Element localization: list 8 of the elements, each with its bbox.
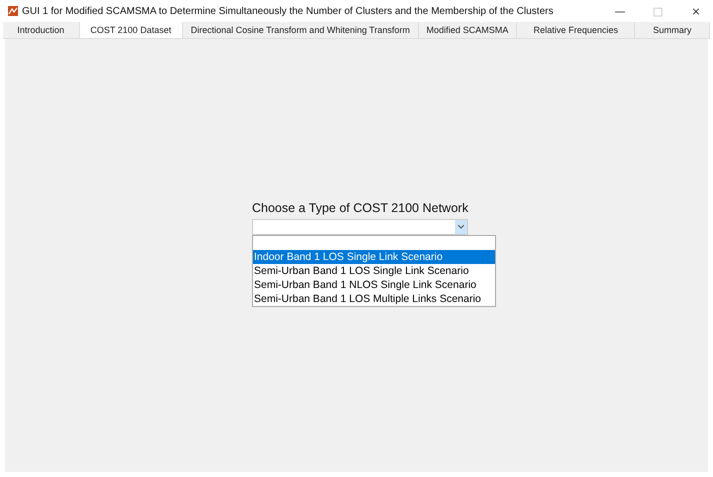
close-button[interactable]: × xyxy=(679,4,713,18)
minimize-button[interactable]: — xyxy=(603,4,637,18)
tab[interactable]: COST 2100 Dataset xyxy=(80,22,183,38)
window-title: GUI 1 for Modified SCAMSMA to Determine Simultaneously the Number of Clusters and the Membership of the Clusters xyxy=(22,6,554,16)
tab[interactable]: Modified SCAMSMA xyxy=(418,22,518,38)
heading: Choose a Type of COST 2100 Network xyxy=(252,201,470,215)
app-icon xyxy=(8,6,18,16)
dropdown-option[interactable]: Indoor Band 1 LOS Single Link Scenario xyxy=(253,250,495,264)
